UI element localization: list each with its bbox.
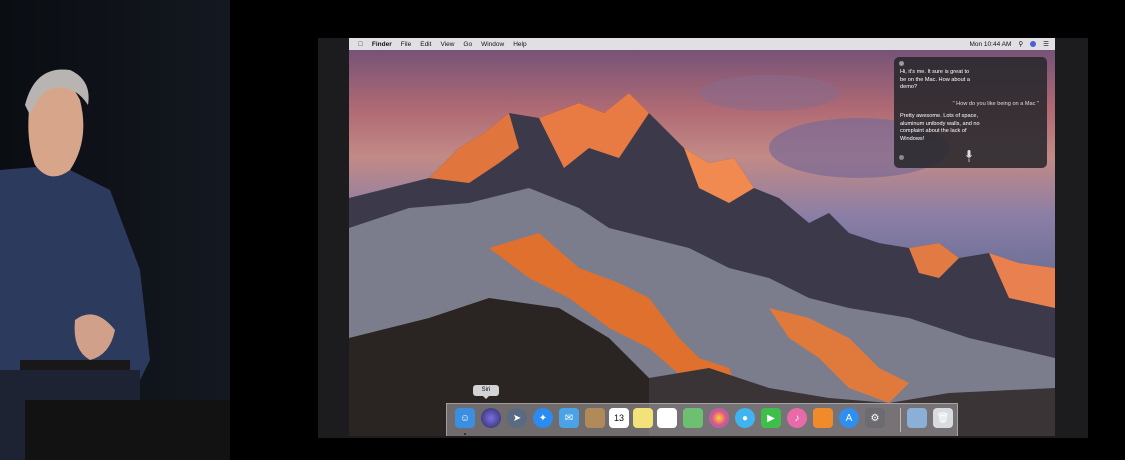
- siri-panel: Hi, it's me. It sure is great to be on t…: [894, 57, 1047, 168]
- menu-go[interactable]: Go: [463, 41, 472, 48]
- spotlight-search-icon[interactable]: ⚲: [1018, 40, 1023, 48]
- menu-window[interactable]: Window: [481, 41, 504, 48]
- dock-tooltip: Siri: [473, 385, 499, 399]
- close-icon[interactable]: [899, 61, 904, 66]
- system-preferences-icon[interactable]: ⚙: [865, 408, 885, 428]
- messages-icon[interactable]: ●: [735, 408, 755, 428]
- menu-help[interactable]: Help: [513, 41, 526, 48]
- microphone-icon[interactable]: [966, 150, 972, 162]
- trash-icon[interactable]: 🗑: [933, 408, 953, 428]
- calendar-icon[interactable]: 13: [609, 408, 629, 428]
- user-query: " How do you like being on a Mac ": [952, 101, 1039, 107]
- siri-response-greeting: Hi, it's me. It sure is great to be on t…: [900, 69, 970, 90]
- launchpad-icon[interactable]: ➤: [507, 408, 527, 428]
- siri-response-answer: Pretty awesome. Lots of space, aluminum …: [900, 113, 980, 142]
- contacts-icon[interactable]: [585, 408, 605, 428]
- podium: [25, 400, 230, 460]
- itunes-icon[interactable]: ♪: [787, 408, 807, 428]
- app-store-icon[interactable]: A: [839, 408, 859, 428]
- maps-icon[interactable]: [683, 408, 703, 428]
- preview-icon[interactable]: [907, 408, 927, 428]
- notes-icon[interactable]: [633, 408, 653, 428]
- menu-app-name[interactable]: Finder: [372, 41, 392, 48]
- menubar-clock[interactable]: Mon 10:44 AM: [969, 41, 1011, 48]
- running-indicator: [464, 433, 466, 435]
- facetime-icon[interactable]: ▶: [761, 408, 781, 428]
- menu-edit[interactable]: Edit: [420, 41, 431, 48]
- siri-menubar-icon[interactable]: [1030, 41, 1037, 47]
- dock: ☺ ➤ ✦ ✉ 13 ● ▶ ♪ A ⚙ 🗑: [446, 403, 958, 436]
- photos-icon[interactable]: [709, 408, 729, 428]
- finder-icon[interactable]: ☺: [455, 408, 475, 428]
- reminders-icon[interactable]: [657, 408, 677, 428]
- notification-center-icon[interactable]: ☰: [1043, 40, 1049, 48]
- menu-view[interactable]: View: [440, 41, 454, 48]
- mail-icon[interactable]: ✉: [559, 408, 579, 428]
- menu-bar:  Finder File Edit View Go Window Help M…: [349, 38, 1055, 50]
- ibooks-icon[interactable]: [813, 408, 833, 428]
- dock-separator: [900, 408, 901, 432]
- apple-icon[interactable]: : [358, 41, 363, 48]
- menu-file[interactable]: File: [401, 41, 411, 48]
- help-icon[interactable]: [899, 155, 904, 160]
- siri-icon[interactable]: [481, 408, 501, 428]
- safari-icon[interactable]: ✦: [533, 408, 553, 428]
- mac-desktop:  Finder File Edit View Go Window Help M…: [349, 38, 1055, 436]
